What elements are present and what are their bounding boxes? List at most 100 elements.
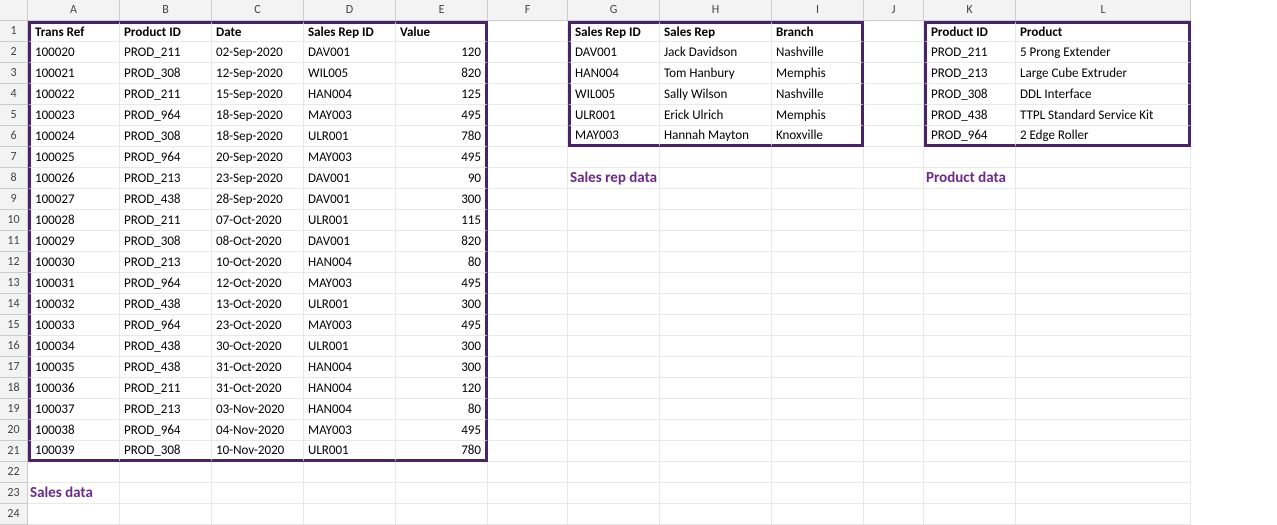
- cell-L15[interactable]: [1016, 315, 1191, 336]
- cell-I13[interactable]: [772, 273, 864, 294]
- select-all-corner[interactable]: [0, 0, 28, 21]
- cell-D8[interactable]: DAV001: [304, 168, 396, 189]
- cell-E12[interactable]: 80: [396, 252, 488, 273]
- cell-L10[interactable]: [1016, 210, 1191, 231]
- cell-E16[interactable]: 300: [396, 336, 488, 357]
- cell-A13[interactable]: 100031: [28, 273, 120, 294]
- cell-I11[interactable]: [772, 231, 864, 252]
- cell-K21[interactable]: [924, 441, 1016, 462]
- cell-G2[interactable]: DAV001: [568, 42, 660, 63]
- cell-C18[interactable]: 31-Oct-2020: [212, 378, 304, 399]
- cell-L7[interactable]: [1016, 147, 1191, 168]
- row-header-5[interactable]: 5: [0, 105, 28, 126]
- cell-A9[interactable]: 100027: [28, 189, 120, 210]
- cell-A16[interactable]: 100034: [28, 336, 120, 357]
- cell-D2[interactable]: DAV001: [304, 42, 396, 63]
- cell-D3[interactable]: WIL005: [304, 63, 396, 84]
- cell-E9[interactable]: 300: [396, 189, 488, 210]
- cell-G23[interactable]: [568, 483, 660, 504]
- cell-B16[interactable]: PROD_438: [120, 336, 212, 357]
- column-header-L[interactable]: L: [1016, 0, 1191, 21]
- cell-E14[interactable]: 300: [396, 294, 488, 315]
- cell-D15[interactable]: MAY003: [304, 315, 396, 336]
- cell-B14[interactable]: PROD_438: [120, 294, 212, 315]
- row-header-10[interactable]: 10: [0, 210, 28, 231]
- cell-D24[interactable]: [304, 504, 396, 525]
- column-header-J[interactable]: J: [864, 0, 924, 21]
- cell-G15[interactable]: [568, 315, 660, 336]
- column-header-I[interactable]: I: [772, 0, 864, 21]
- cell-H20[interactable]: [660, 420, 772, 441]
- cell-E19[interactable]: 80: [396, 399, 488, 420]
- cell-L4[interactable]: DDL Interface: [1016, 84, 1191, 105]
- cell-I12[interactable]: [772, 252, 864, 273]
- cell-B15[interactable]: PROD_964: [120, 315, 212, 336]
- cell-G18[interactable]: [568, 378, 660, 399]
- cell-I21[interactable]: [772, 441, 864, 462]
- cell-H2[interactable]: Jack Davidson: [660, 42, 772, 63]
- cell-C22[interactable]: [212, 462, 304, 483]
- cell-A4[interactable]: 100022: [28, 84, 120, 105]
- row-header-7[interactable]: 7: [0, 147, 28, 168]
- cell-G10[interactable]: [568, 210, 660, 231]
- cell-J8[interactable]: [864, 168, 924, 189]
- cell-D6[interactable]: ULR001: [304, 126, 396, 147]
- cell-F13[interactable]: [488, 273, 568, 294]
- cell-J18[interactable]: [864, 378, 924, 399]
- cell-G13[interactable]: [568, 273, 660, 294]
- cell-B17[interactable]: PROD_438: [120, 357, 212, 378]
- cell-D23[interactable]: [304, 483, 396, 504]
- cell-I22[interactable]: [772, 462, 864, 483]
- cell-A24[interactable]: [28, 504, 120, 525]
- cell-F18[interactable]: [488, 378, 568, 399]
- cell-F1[interactable]: [488, 21, 568, 42]
- cell-K22[interactable]: [924, 462, 1016, 483]
- cell-L23[interactable]: [1016, 483, 1191, 504]
- cell-C21[interactable]: 10-Nov-2020: [212, 441, 304, 462]
- cell-F2[interactable]: [488, 42, 568, 63]
- cell-A6[interactable]: 100024: [28, 126, 120, 147]
- row-header-14[interactable]: 14: [0, 294, 28, 315]
- cell-J21[interactable]: [864, 441, 924, 462]
- cell-G21[interactable]: [568, 441, 660, 462]
- cell-C20[interactable]: 04-Nov-2020: [212, 420, 304, 441]
- cell-K8[interactable]: Product data: [924, 168, 1016, 189]
- cell-K9[interactable]: [924, 189, 1016, 210]
- cell-L22[interactable]: [1016, 462, 1191, 483]
- cell-J10[interactable]: [864, 210, 924, 231]
- cell-H12[interactable]: [660, 252, 772, 273]
- cell-I15[interactable]: [772, 315, 864, 336]
- cell-F10[interactable]: [488, 210, 568, 231]
- cell-F7[interactable]: [488, 147, 568, 168]
- cell-C9[interactable]: 28-Sep-2020: [212, 189, 304, 210]
- cell-E6[interactable]: 780: [396, 126, 488, 147]
- row-header-4[interactable]: 4: [0, 84, 28, 105]
- cell-I8[interactable]: [772, 168, 864, 189]
- cell-F3[interactable]: [488, 63, 568, 84]
- cell-J14[interactable]: [864, 294, 924, 315]
- cell-H13[interactable]: [660, 273, 772, 294]
- cell-A23[interactable]: Sales data: [28, 483, 120, 504]
- cell-H14[interactable]: [660, 294, 772, 315]
- cell-H5[interactable]: Erick Ulrich: [660, 105, 772, 126]
- cell-F22[interactable]: [488, 462, 568, 483]
- cell-K5[interactable]: PROD_438: [924, 105, 1016, 126]
- cell-H21[interactable]: [660, 441, 772, 462]
- cell-G1[interactable]: Sales Rep ID: [568, 21, 660, 42]
- cell-K15[interactable]: [924, 315, 1016, 336]
- cell-E13[interactable]: 495: [396, 273, 488, 294]
- cell-B24[interactable]: [120, 504, 212, 525]
- cell-E17[interactable]: 300: [396, 357, 488, 378]
- cell-J1[interactable]: [864, 21, 924, 42]
- cell-B13[interactable]: PROD_964: [120, 273, 212, 294]
- cell-L18[interactable]: [1016, 378, 1191, 399]
- cell-I20[interactable]: [772, 420, 864, 441]
- column-header-H[interactable]: H: [660, 0, 772, 21]
- cell-B1[interactable]: Product ID: [120, 21, 212, 42]
- cell-L5[interactable]: TTPL Standard Service Kit: [1016, 105, 1191, 126]
- cell-E23[interactable]: [396, 483, 488, 504]
- cell-B3[interactable]: PROD_308: [120, 63, 212, 84]
- cell-G20[interactable]: [568, 420, 660, 441]
- cell-E24[interactable]: [396, 504, 488, 525]
- cell-H10[interactable]: [660, 210, 772, 231]
